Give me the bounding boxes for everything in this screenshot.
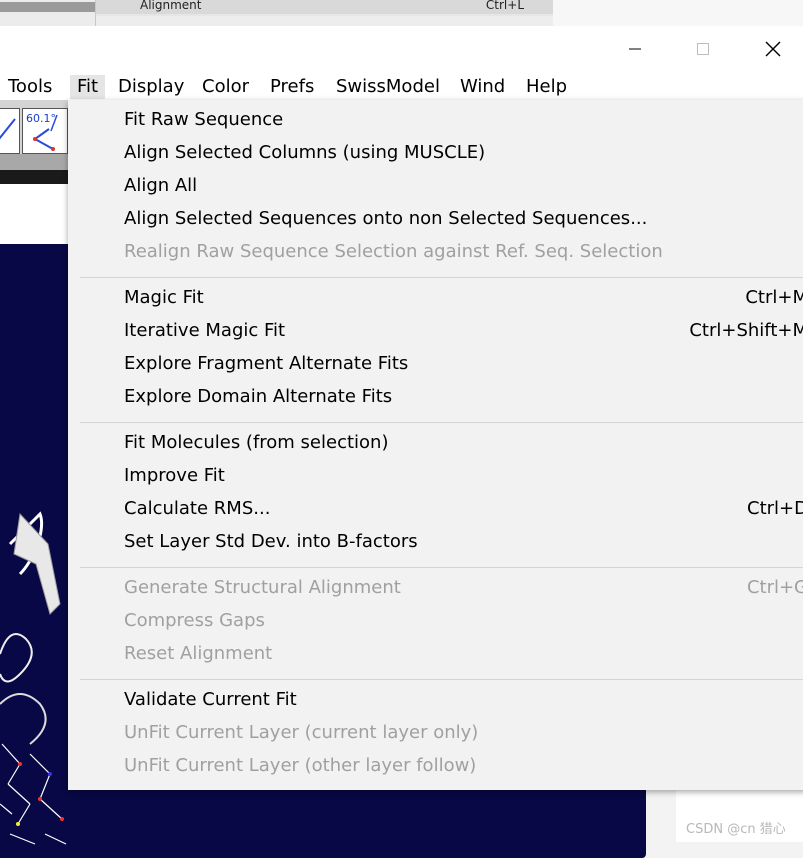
background-menu-fragment: Alignment Ctrl+L — [95, 0, 555, 26]
menu-color[interactable]: Color — [202, 75, 249, 99]
fit-menu-item[interactable]: Validate Current Fit — [124, 685, 297, 715]
fit-menu-shortcut: Ctrl+Shift+M — [689, 320, 803, 341]
background-menu-accel: Ctrl+L — [485, 0, 524, 12]
fit-menu-item[interactable]: Fit Raw Sequence — [124, 105, 283, 135]
menu-bar: Tools Fit Display Color Prefs SwissModel… — [0, 72, 803, 100]
background-window-right — [553, 0, 803, 26]
background-window-left — [0, 0, 95, 26]
menu-prefs[interactable]: Prefs — [270, 75, 314, 99]
menu-separator — [80, 277, 803, 278]
menu-help[interactable]: Help — [526, 75, 567, 99]
ruler-dark-band — [0, 170, 70, 184]
fit-menu-shortcut: Ctrl+G — [746, 577, 803, 598]
maximize-icon — [697, 43, 709, 55]
fit-menu-item: Compress Gaps — [124, 610, 265, 631]
fit-menu-item[interactable]: Explore Fragment Alternate Fits — [124, 349, 408, 379]
close-icon — [765, 41, 781, 57]
fit-menu-dropdown: Fit Raw Sequence Align Selected Columns (… — [68, 100, 803, 790]
menu-display[interactable]: Display — [118, 75, 184, 99]
toolbar-ruler — [0, 154, 70, 184]
maximize-button[interactable] — [680, 26, 726, 72]
menu-swissmodel[interactable]: SwissModel — [336, 75, 440, 99]
menu-separator — [80, 679, 803, 680]
fit-menu-item[interactable]: Explore Domain Alternate Fits — [124, 382, 392, 412]
fit-menu-item: Generate Structural Alignment — [124, 577, 401, 598]
fit-menu-item[interactable]: Improve Fit — [124, 461, 225, 491]
title-bar — [0, 26, 803, 72]
minimize-button[interactable] — [612, 26, 658, 72]
fit-menu-item[interactable]: Align Selected Columns (using MUSCLE) — [124, 138, 485, 168]
minimize-icon — [629, 48, 641, 50]
angle-tool-button[interactable]: 60.1° — [22, 108, 68, 154]
toolbar: 60.1° — [0, 100, 70, 154]
sequence-pane — [0, 184, 70, 244]
background-menu-row: Alignment Ctrl+L — [96, 0, 554, 14]
fit-menu-item[interactable]: Magic Fit — [124, 283, 204, 313]
fit-menu-item: Reset Alignment — [124, 643, 273, 664]
fit-menu-item: Realign Raw Sequence Selection against R… — [124, 241, 663, 262]
menu-separator — [80, 567, 803, 568]
background-bar — [0, 2, 95, 12]
fit-menu-shortcut: Ctrl+D — [747, 498, 803, 519]
menu-fit[interactable]: Fit — [70, 75, 106, 99]
fit-menu-item[interactable]: Align Selected Sequences onto non Select… — [124, 204, 647, 234]
menu-wind[interactable]: Wind — [460, 75, 505, 99]
molecule-render — [0, 511, 67, 845]
menu-tools[interactable]: Tools — [8, 75, 52, 99]
close-button[interactable] — [750, 26, 796, 72]
fit-menu-item[interactable]: Set Layer Std Dev. into B-factors — [124, 527, 418, 557]
fit-menu-item[interactable]: Iterative Magic Fit — [124, 316, 285, 346]
background-menu-label: Alignment — [140, 0, 202, 12]
fit-menu-item[interactable]: Calculate RMS... — [124, 494, 270, 524]
background-menu-row-2 — [96, 16, 554, 26]
distance-tool-icon — [0, 118, 16, 140]
menu-separator — [80, 422, 803, 423]
fit-menu-shortcut: Ctrl+M — [745, 287, 803, 308]
distance-tool-button[interactable] — [0, 108, 20, 154]
fit-menu-item: UnFit Current Layer (current layer only) — [124, 722, 479, 743]
angle-tool-label: 60.1° — [26, 112, 56, 125]
fit-menu-item[interactable]: Fit Molecules (from selection) — [124, 428, 388, 458]
watermark: CSDN @cn 猎心 — [686, 822, 786, 837]
angle-tool-icon: 60.1° — [26, 112, 58, 151]
fit-menu-item[interactable]: Align All — [124, 171, 197, 201]
fit-menu-item: UnFit Current Layer (other layer follow) — [124, 755, 477, 776]
